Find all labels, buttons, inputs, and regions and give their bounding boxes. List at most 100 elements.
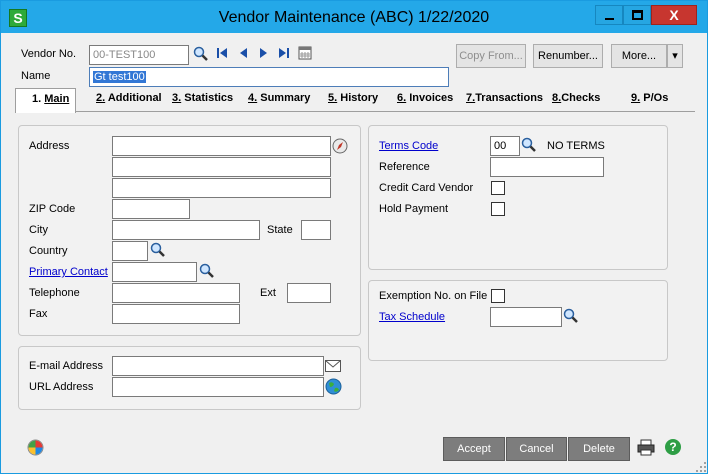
- tab-statistics[interactable]: 3. Statistics: [172, 92, 233, 104]
- zip-code-input[interactable]: [112, 199, 190, 219]
- tax-schedule-link[interactable]: Tax Schedule: [379, 311, 445, 323]
- state-label: State: [267, 224, 293, 236]
- tab-statistics-num: 3.: [172, 92, 182, 104]
- tab-transactions-num: 7.: [466, 92, 476, 104]
- printer-icon[interactable]: [637, 439, 655, 456]
- copy-from-button[interactable]: Copy From...: [456, 44, 526, 68]
- city-label: City: [29, 224, 48, 236]
- country-label: Country: [29, 245, 68, 257]
- address-label: Address: [29, 140, 70, 152]
- vendor-maintenance-window: S Vendor Maintenance (ABC) 1/22/2020 X V…: [0, 0, 708, 474]
- terms-code-input[interactable]: 00: [490, 136, 520, 156]
- fax-input[interactable]: [112, 304, 240, 324]
- more-dropdown-button[interactable]: ▾: [667, 44, 683, 68]
- exemption-label: Exemption No. on File: [379, 290, 488, 302]
- name-label: Name: [21, 70, 51, 82]
- first-record-icon[interactable]: [216, 47, 228, 59]
- tab-history[interactable]: 5. History: [328, 92, 378, 104]
- tab-history-num: 5.: [328, 92, 338, 104]
- tab-pos[interactable]: 9. P/Os: [631, 92, 668, 104]
- terms-code-link[interactable]: Terms Code: [379, 140, 438, 152]
- tab-checks-label: Checks: [561, 92, 601, 104]
- title-bar[interactable]: S Vendor Maintenance (ABC) 1/22/2020 X: [1, 1, 707, 33]
- primary-contact-input[interactable]: [112, 262, 197, 282]
- hold-payment-checkbox[interactable]: [491, 202, 505, 216]
- fax-label: Fax: [29, 308, 48, 320]
- previous-record-icon[interactable]: [237, 47, 249, 59]
- address-line-2-input[interactable]: [112, 157, 331, 177]
- tab-additional[interactable]: 2. Additional: [96, 92, 162, 104]
- name-input[interactable]: Gt test100: [89, 67, 449, 87]
- next-record-icon[interactable]: [258, 47, 270, 59]
- credit-card-vendor-label: Credit Card Vendor: [379, 182, 474, 194]
- renumber-button[interactable]: Renumber...: [533, 44, 603, 68]
- exemption-checkbox[interactable]: [491, 289, 505, 303]
- tax-schedule-input[interactable]: [490, 307, 562, 327]
- delete-button[interactable]: Delete: [568, 437, 630, 461]
- terms-description: NO TERMS: [547, 140, 605, 152]
- tab-checks-num: 8.: [552, 92, 562, 104]
- vendor-no-label: Vendor No.: [21, 48, 77, 60]
- country-input[interactable]: [112, 241, 148, 261]
- close-icon: X: [669, 7, 679, 23]
- name-value: Gt test100: [93, 71, 146, 83]
- cancel-button[interactable]: Cancel: [506, 437, 567, 461]
- minimize-icon: [605, 18, 614, 20]
- tab-statistics-label: Statistics: [184, 92, 234, 104]
- multi-color-flower-icon[interactable]: [27, 439, 44, 456]
- tab-main-label: Main: [44, 93, 70, 105]
- globe-icon[interactable]: [325, 378, 342, 395]
- vendor-no-input[interactable]: 00-TEST100: [89, 45, 189, 65]
- tax-schedule-lookup-icon[interactable]: [563, 308, 579, 324]
- tab-summary[interactable]: 4. Summary: [248, 92, 310, 104]
- email-input[interactable]: [112, 356, 324, 376]
- state-input[interactable]: [301, 220, 331, 240]
- zip-code-label: ZIP Code: [29, 203, 76, 215]
- tab-transactions-label: Transactions: [475, 92, 544, 104]
- calendar-icon[interactable]: [298, 45, 312, 60]
- maximize-button[interactable]: [623, 5, 651, 25]
- help-icon[interactable]: ?: [665, 439, 681, 455]
- resize-grip-icon[interactable]: [695, 461, 707, 473]
- tab-main[interactable]: 1. Main: [15, 88, 77, 113]
- address-line-1-input[interactable]: [112, 136, 331, 156]
- country-lookup-icon[interactable]: [150, 242, 166, 258]
- terms-code-lookup-icon[interactable]: [521, 137, 537, 153]
- primary-contact-lookup-icon[interactable]: [199, 263, 215, 279]
- tab-checks[interactable]: 8.Checks: [552, 92, 600, 104]
- close-button[interactable]: X: [651, 5, 697, 25]
- tab-invoices-label: Invoices: [409, 92, 454, 104]
- city-input[interactable]: [112, 220, 260, 240]
- tab-pos-label: P/Os: [643, 92, 669, 104]
- url-input[interactable]: [112, 377, 324, 397]
- vendor-lookup-icon[interactable]: [193, 46, 209, 62]
- ext-label: Ext: [260, 287, 276, 299]
- url-label: URL Address: [29, 381, 94, 393]
- tab-summary-label: Summary: [260, 92, 311, 104]
- email-label: E-mail Address: [29, 360, 103, 372]
- tab-transactions[interactable]: 7.Transactions: [466, 92, 543, 104]
- envelope-icon[interactable]: [325, 360, 341, 372]
- tab-summary-num: 4.: [248, 92, 258, 104]
- tab-additional-label: Additional: [107, 92, 162, 104]
- telephone-input[interactable]: [112, 283, 240, 303]
- credit-card-vendor-checkbox[interactable]: [491, 181, 505, 195]
- maximize-icon: [632, 10, 643, 20]
- tab-invoices[interactable]: 6. Invoices: [397, 92, 453, 104]
- hold-payment-label: Hold Payment: [379, 203, 449, 215]
- tab-history-label: History: [340, 92, 379, 104]
- more-button[interactable]: More...: [611, 44, 667, 68]
- reference-input[interactable]: [490, 157, 604, 177]
- address-compass-icon[interactable]: [332, 138, 348, 154]
- accept-button[interactable]: Accept: [443, 437, 505, 461]
- tab-pos-num: 9.: [631, 92, 641, 104]
- primary-contact-link[interactable]: Primary Contact: [29, 266, 108, 278]
- tab-invoices-num: 6.: [397, 92, 407, 104]
- minimize-button[interactable]: [595, 5, 623, 25]
- tab-main-num: 1.: [32, 93, 42, 105]
- tab-additional-num: 2.: [96, 92, 106, 104]
- address-line-3-input[interactable]: [112, 178, 331, 198]
- telephone-label: Telephone: [29, 287, 80, 299]
- last-record-icon[interactable]: [278, 47, 290, 59]
- ext-input[interactable]: [287, 283, 331, 303]
